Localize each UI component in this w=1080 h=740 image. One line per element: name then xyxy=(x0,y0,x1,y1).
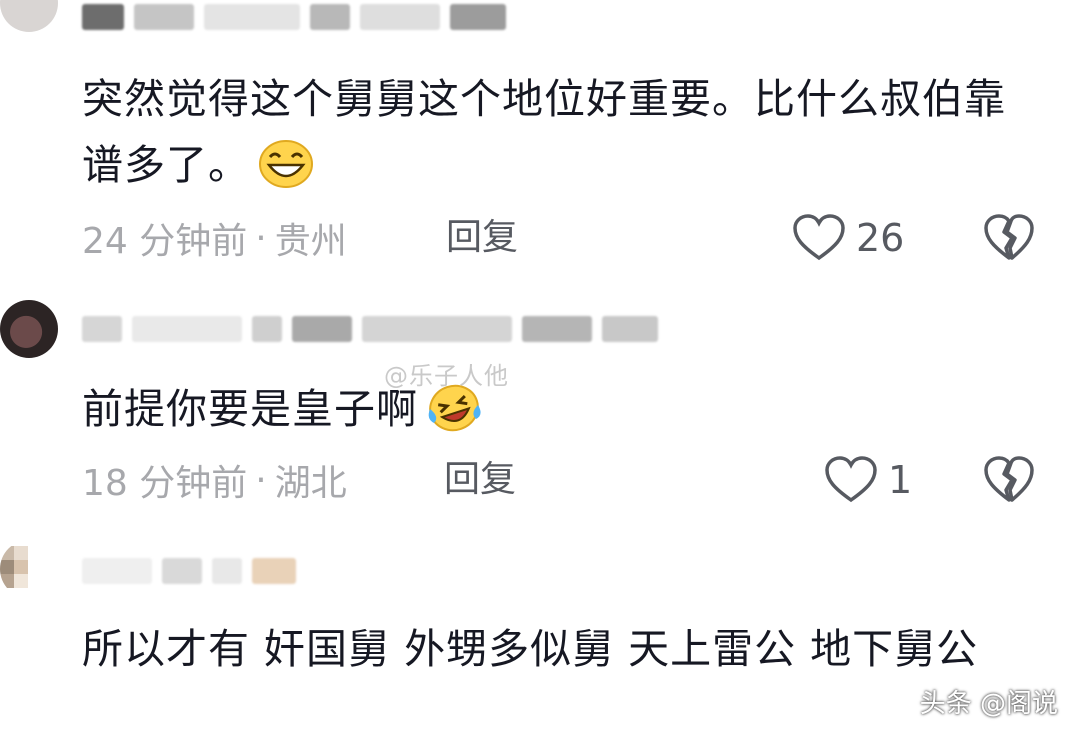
like-button[interactable]: 26 xyxy=(792,214,904,262)
meta-separator: · xyxy=(255,217,267,259)
dislike-button[interactable] xyxy=(984,456,1034,504)
username-blurred[interactable] xyxy=(82,554,296,588)
comment-text: 所以才有 奸国舅 外甥多似舅 天上雷公 地下舅公 xyxy=(82,625,979,673)
laughing-tears-icon xyxy=(426,383,482,433)
reply-button[interactable]: 回复 xyxy=(446,214,518,262)
avatar[interactable] xyxy=(0,540,58,598)
username-blurred[interactable] xyxy=(82,312,658,346)
comment-text: 前提你要是皇子啊 xyxy=(82,376,1040,442)
like-count: 26 xyxy=(856,216,905,260)
source-watermark: 头条 @阁说 xyxy=(919,689,1058,719)
like-count: 1 xyxy=(888,458,913,502)
comment-time: 18 分钟前 xyxy=(82,463,248,504)
dislike-button[interactable] xyxy=(984,214,1034,262)
username-blurred[interactable] xyxy=(82,0,506,34)
like-button[interactable]: 1 xyxy=(824,456,912,504)
comment-location: 贵州 xyxy=(274,221,347,262)
reply-button[interactable]: 回复 xyxy=(444,456,516,504)
avatar[interactable] xyxy=(0,0,58,32)
heart-icon xyxy=(793,214,845,261)
broken-heart-icon xyxy=(984,456,1034,502)
comment-location: 湖北 xyxy=(274,463,347,504)
comment-text: 突然觉得这个舅舅这个地位好重要。比什么叔伯靠谱多了。 xyxy=(82,75,1006,189)
comment-meta: 24 分钟前 · 贵州 xyxy=(82,214,347,263)
grin-icon xyxy=(258,139,314,189)
meta-separator: · xyxy=(255,459,267,501)
comment-meta: 18 分钟前 · 湖北 xyxy=(82,456,347,505)
heart-icon xyxy=(825,456,877,503)
avatar[interactable] xyxy=(0,300,58,358)
broken-heart-icon xyxy=(984,214,1034,260)
comment-time: 24 分钟前 xyxy=(82,221,248,262)
